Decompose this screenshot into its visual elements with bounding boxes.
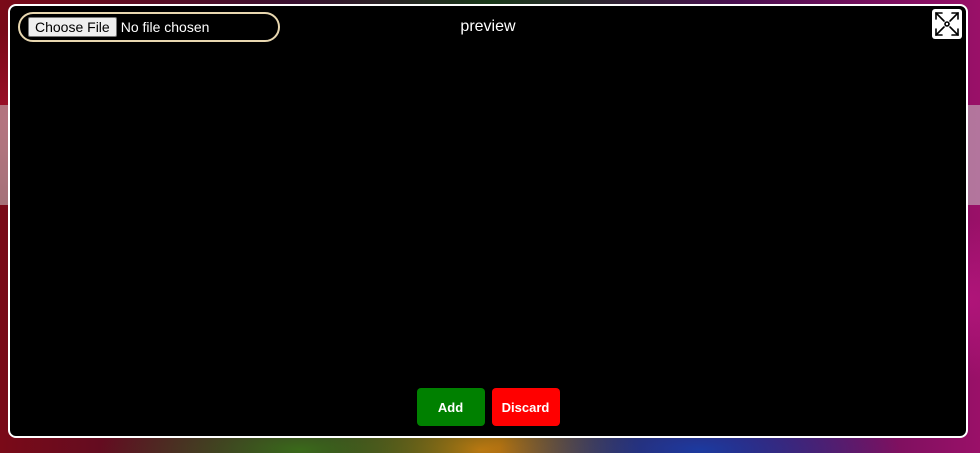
- discard-button[interactable]: Discard: [491, 388, 560, 426]
- preview-modal: Choose File No file chosen preview Add D…: [8, 4, 968, 438]
- modal-title: preview: [460, 18, 516, 35]
- modal-actions: Add Discard: [10, 388, 966, 426]
- fullscreen-expand-icon: [935, 12, 959, 36]
- add-button[interactable]: Add: [416, 388, 485, 426]
- fullscreen-button[interactable]: [932, 9, 962, 39]
